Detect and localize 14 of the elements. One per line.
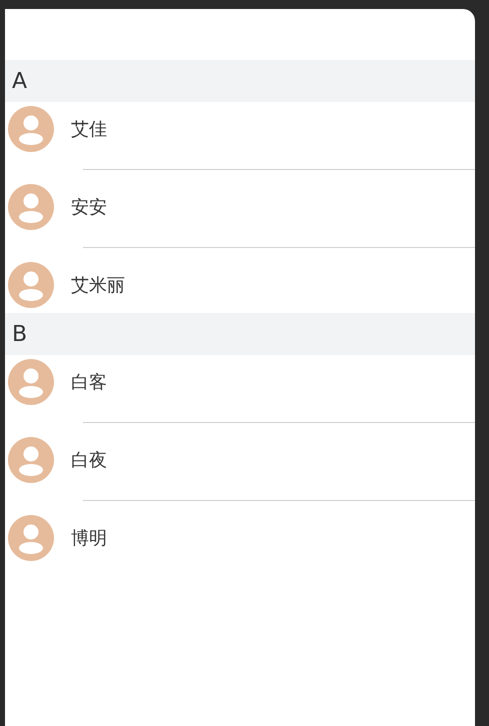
section-letter: A <box>12 68 28 94</box>
contact-name[interactable]: 博明 <box>71 526 107 550</box>
avatar-icon <box>8 262 54 308</box>
avatar-icon <box>8 184 54 230</box>
section-letter: B <box>12 322 28 346</box>
avatar-icon <box>8 359 54 405</box>
avatar-icon <box>8 437 54 483</box>
avatar-icon <box>8 106 54 152</box>
avatar-icon <box>8 515 54 561</box>
contact-name[interactable]: 安安 <box>71 195 107 219</box>
contact-name[interactable]: 白客 <box>71 370 107 394</box>
contact-name[interactable]: 艾米丽 <box>71 273 125 297</box>
contact-name[interactable]: 白夜 <box>71 448 107 472</box>
contact-name[interactable]: 艾佳 <box>71 117 107 141</box>
